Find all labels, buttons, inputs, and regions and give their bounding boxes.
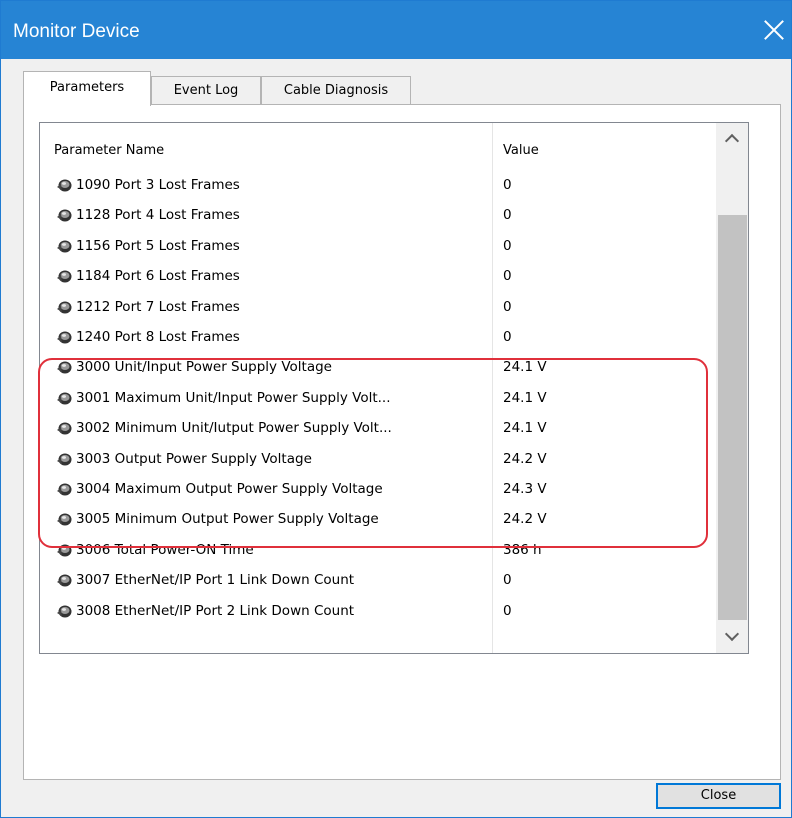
parameter-icon (56, 208, 72, 223)
parameter-icon (56, 512, 72, 527)
parameter-name: 3007 EtherNet/IP Port 1 Link Down Count (76, 572, 355, 589)
parameter-name: 3003 Output Power Supply Voltage (76, 450, 312, 467)
monitor-device-window: Monitor Device Parameters Event Log Cabl… (0, 0, 792, 818)
parameter-icon (56, 421, 72, 436)
scrollbar-thumb[interactable] (718, 215, 747, 620)
list-item[interactable]: 3007 EtherNet/IP Port 1 Link Down Count 0 (40, 566, 715, 596)
list-item[interactable]: 1212 Port 7 Lost Frames 0 (40, 293, 715, 323)
parameter-value: 0 (503, 298, 512, 315)
close-button[interactable]: Close (656, 783, 781, 809)
list-item[interactable]: 3005 Minimum Output Power Supply Voltage… (40, 505, 715, 535)
tab-event-log[interactable]: Event Log (151, 76, 261, 104)
parameter-name: 1128 Port 4 Lost Frames (76, 207, 240, 224)
column-header-parameter-name[interactable]: Parameter Name (54, 143, 164, 158)
parameter-icon (56, 239, 72, 254)
parameter-value: 24.1 V (503, 359, 547, 376)
title-bar[interactable]: Monitor Device (1, 1, 791, 59)
list-item[interactable]: 1240 Port 8 Lost Frames 0 (40, 323, 715, 353)
list-header: Parameter Name Value (40, 123, 715, 171)
parameter-name: 3002 Minimum Unit/Iutput Power Supply Vo… (76, 420, 392, 437)
parameter-name: 3004 Maximum Output Power Supply Voltage (76, 481, 383, 497)
column-header-value[interactable]: Value (503, 143, 539, 158)
parameter-name: 3006 Total Power-ON Time (76, 541, 254, 558)
list-item[interactable]: 3001 Maximum Unit/Input Power Supply Vol… (40, 384, 715, 414)
list-item[interactable]: 1090 Port 3 Lost Frames 0 (40, 171, 715, 201)
parameter-name: 1184 Port 6 Lost Frames (76, 268, 240, 285)
parameter-icon (56, 482, 72, 497)
parameter-value: 0 (503, 329, 512, 345)
parameter-icon (56, 452, 72, 467)
parameter-icon (56, 269, 72, 284)
parameter-name: 3005 Minimum Output Power Supply Voltage (76, 511, 379, 528)
parameter-value: 0 (503, 207, 512, 224)
tab-cable-diagnosis[interactable]: Cable Diagnosis (261, 76, 411, 104)
parameter-value: 0 (503, 177, 512, 193)
window-title: Monitor Device (13, 21, 140, 42)
parameter-value: 24.2 V (503, 450, 547, 467)
parameter-value: 24.2 V (503, 511, 547, 528)
parameter-value: 0 (503, 572, 512, 589)
parameter-icon (56, 391, 72, 406)
tab-parameters[interactable]: Parameters (23, 71, 151, 106)
parameter-value: 24.1 V (503, 389, 547, 406)
vertical-scrollbar[interactable] (716, 123, 748, 653)
scroll-down-button[interactable] (716, 623, 748, 653)
parameter-icon (56, 543, 72, 558)
scroll-up-button[interactable] (716, 123, 748, 153)
parameter-value: 24.3 V (503, 481, 547, 497)
list-item[interactable]: 3000 Unit/Input Power Supply Voltage 24.1… (40, 353, 715, 383)
parameter-icon (56, 604, 72, 619)
parameter-list[interactable]: Parameter Name Value 1090 Port 3 Lost Fr… (39, 122, 749, 654)
parameter-name: 3008 EtherNet/IP Port 2 Link Down Count (76, 602, 355, 619)
parameter-value: 24.1 V (503, 420, 547, 437)
parameter-value: 0 (503, 268, 512, 285)
parameter-icon (56, 573, 72, 588)
parameter-icon (56, 360, 72, 375)
list-item[interactable]: 1128 Port 4 Lost Frames 0 (40, 201, 715, 231)
parameter-name: 3001 Maximum Unit/Input Power Supply Vol… (76, 389, 391, 406)
parameter-name: 3000 Unit/Input Power Supply Voltage (76, 359, 332, 376)
list-item[interactable]: 1156 Port 5 Lost Frames 0 (40, 232, 715, 262)
list-item[interactable]: 1184 Port 6 Lost Frames 0 (40, 262, 715, 292)
parameter-icon (56, 178, 72, 193)
parameter-icon (56, 330, 72, 345)
list-item[interactable]: 3003 Output Power Supply Voltage 24.2 V (40, 445, 715, 475)
parameter-value: 0 (503, 602, 512, 619)
parameter-name: 1212 Port 7 Lost Frames (76, 298, 240, 315)
chevron-up-icon (724, 133, 740, 149)
parameter-name: 1090 Port 3 Lost Frames (76, 177, 240, 193)
list-item[interactable]: 3002 Minimum Unit/Iutput Power Supply Vo… (40, 414, 715, 444)
parameter-name: 1156 Port 5 Lost Frames (76, 237, 240, 254)
parameter-icon (56, 300, 72, 315)
parameter-value: 386 h (503, 541, 542, 558)
parameter-value: 0 (503, 237, 512, 254)
chevron-down-icon (724, 626, 740, 642)
close-icon[interactable] (761, 17, 787, 43)
list-item[interactable]: 3004 Maximum Output Power Supply Voltage… (40, 475, 715, 505)
parameter-name: 1240 Port 8 Lost Frames (76, 329, 240, 345)
list-item[interactable]: 3008 EtherNet/IP Port 2 Link Down Count 0 (40, 597, 715, 627)
list-item[interactable]: 3006 Total Power-ON Time 386 h (40, 536, 715, 566)
